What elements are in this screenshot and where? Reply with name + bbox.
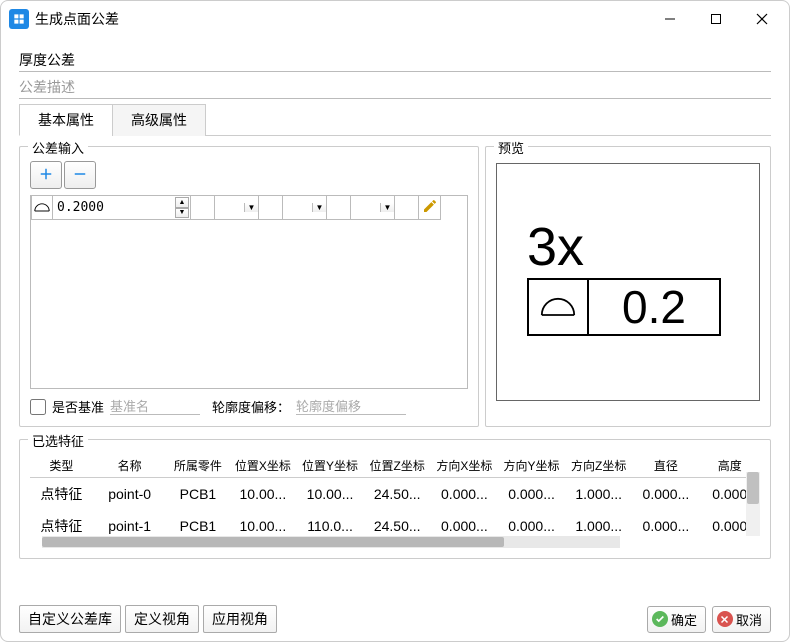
horizontal-scrollbar[interactable] — [42, 536, 620, 548]
spin-down-button[interactable]: ▼ — [175, 208, 189, 219]
titlebar: 生成点面公差 — [1, 1, 789, 37]
col-name[interactable]: 名称 — [93, 454, 167, 478]
col-part[interactable]: 所属零件 — [167, 454, 230, 478]
apply-view-button[interactable]: 应用视角 — [203, 605, 277, 633]
tolerance-row: ▲ ▼ ▼ ▼ ▼ — [31, 196, 467, 220]
table-row[interactable]: 点特征 point-0 PCB1 10.00... 10.00... 24.50… — [30, 478, 760, 511]
profile-offset-label: 轮廓度偏移： — [212, 397, 290, 416]
is-datum-checkbox[interactable] — [30, 399, 46, 415]
chevron-down-icon: ▼ — [380, 203, 394, 212]
features-table: 类型 名称 所属零件 位置X坐标 位置Y坐标 位置Z坐标 方向X坐标 方向Y坐标… — [30, 454, 760, 542]
tolerance-value-input[interactable] — [53, 200, 190, 215]
modifier-cell-2[interactable] — [259, 196, 283, 220]
profile-icon — [540, 295, 576, 320]
col-dirz[interactable]: 方向Z坐标 — [565, 454, 632, 478]
preview-group: 预览 3x 0.2 — [485, 146, 771, 427]
tab-basic[interactable]: 基本属性 — [19, 104, 113, 136]
check-icon — [652, 611, 668, 627]
selected-features-legend: 已选特征 — [28, 431, 88, 450]
datum-dropdown-1[interactable]: ▼ — [215, 196, 259, 220]
window-title: 生成点面公差 — [35, 9, 647, 29]
plus-icon — [37, 165, 55, 186]
preview-legend: 预览 — [494, 138, 528, 157]
col-dirx[interactable]: 方向X坐标 — [431, 454, 498, 478]
datum-name-input[interactable] — [110, 399, 200, 415]
tolerance-input-group: 公差输入 ▲ ▼ ▼ — [19, 146, 479, 427]
col-type[interactable]: 类型 — [30, 454, 93, 478]
profile-offset-input[interactable] — [296, 399, 406, 415]
preview-multiplier: 3x — [527, 220, 721, 274]
col-posz[interactable]: 位置Z坐标 — [364, 454, 431, 478]
col-posy[interactable]: 位置Y坐标 — [296, 454, 363, 478]
datum-dropdown-2[interactable]: ▼ — [283, 196, 327, 220]
tabs: 基本属性 高级属性 — [19, 103, 771, 136]
tolerance-list: ▲ ▼ ▼ ▼ ▼ — [30, 195, 468, 389]
pencil-icon — [422, 198, 438, 217]
tolerance-input-legend: 公差输入 — [28, 138, 88, 157]
cancel-button[interactable]: 取消 — [712, 606, 771, 633]
chevron-down-icon: ▼ — [244, 203, 258, 212]
add-button[interactable] — [30, 161, 62, 189]
selected-features-group: 已选特征 类型 名称 所属零件 位置X坐标 位置Y坐标 位置Z坐标 方向X坐标 … — [19, 439, 771, 559]
modifier-cell-3[interactable] — [327, 196, 351, 220]
modifier-cell-4[interactable] — [395, 196, 419, 220]
preview-value: 0.2 — [589, 280, 719, 334]
maximize-button[interactable] — [693, 4, 739, 34]
datum-dropdown-3[interactable]: ▼ — [351, 196, 395, 220]
preview-symbol — [529, 280, 589, 334]
profile-icon — [34, 200, 50, 215]
preview-frame: 0.2 — [527, 278, 721, 336]
minus-icon — [71, 165, 89, 186]
custom-tolerance-lib-button[interactable]: 自定义公差库 — [19, 605, 121, 633]
app-icon — [9, 9, 29, 29]
ok-button[interactable]: 确定 — [647, 606, 706, 633]
bottom-bar: 自定义公差库 定义视角 应用视角 确定 取消 — [1, 605, 789, 633]
is-datum-label: 是否基准 — [52, 397, 104, 416]
vertical-scrollbar[interactable] — [746, 472, 760, 536]
modifier-cell-1[interactable] — [191, 196, 215, 220]
close-button[interactable] — [739, 4, 785, 34]
table-header-row: 类型 名称 所属零件 位置X坐标 位置Y坐标 位置Z坐标 方向X坐标 方向Y坐标… — [30, 454, 760, 478]
tolerance-value-cell: ▲ ▼ — [53, 196, 191, 220]
col-diry[interactable]: 方向Y坐标 — [498, 454, 565, 478]
col-posx[interactable]: 位置X坐标 — [229, 454, 296, 478]
define-view-button[interactable]: 定义视角 — [125, 605, 199, 633]
edit-row-button[interactable] — [419, 196, 441, 220]
col-dia[interactable]: 直径 — [632, 454, 699, 478]
tab-advanced[interactable]: 高级属性 — [112, 104, 206, 136]
thickness-tolerance-input[interactable] — [19, 49, 771, 72]
remove-button[interactable] — [64, 161, 96, 189]
chevron-down-icon: ▼ — [312, 203, 326, 212]
preview-canvas: 3x 0.2 — [496, 163, 760, 401]
cross-icon — [717, 611, 733, 627]
spin-up-button[interactable]: ▲ — [175, 197, 189, 208]
tolerance-description-input[interactable] — [19, 76, 771, 99]
minimize-button[interactable] — [647, 4, 693, 34]
profile-symbol-cell[interactable] — [31, 196, 53, 220]
